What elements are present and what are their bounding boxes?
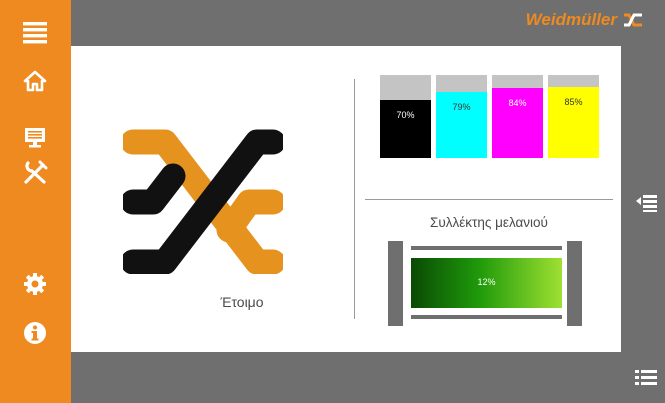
home-button[interactable] — [20, 66, 50, 96]
ink-percent-cyan: 79% — [452, 102, 471, 112]
display-button[interactable] — [20, 123, 50, 153]
ink-fill-yellow: 85% — [548, 87, 599, 158]
tools-icon — [24, 160, 48, 184]
settings-button[interactable] — [20, 269, 50, 299]
collector-right-bracket — [567, 241, 582, 326]
ink-bar-magenta: 84% — [492, 75, 543, 158]
ink-percent-black: 70% — [396, 110, 415, 120]
ink-fill-cyan: 79% — [436, 92, 487, 158]
ink-fill-magenta: 84% — [492, 88, 543, 158]
ink-percent-yellow: 85% — [564, 97, 583, 107]
info-icon — [24, 322, 46, 344]
brand-name: Weidmüller — [525, 10, 617, 29]
back-list-icon — [636, 195, 657, 212]
weidmuller-symbol-icon — [120, 129, 286, 275]
ink-percent-magenta: 84% — [508, 98, 527, 108]
list-button[interactable] — [634, 367, 658, 389]
brand-logo: Weidmüller — [526, 10, 643, 30]
sidebar — [0, 0, 71, 403]
menu-button[interactable] — [20, 17, 50, 47]
info-button[interactable] — [20, 318, 50, 348]
back-list-button[interactable] — [634, 192, 658, 214]
top-bar: Weidmüller — [71, 0, 665, 46]
ink-collector-percent: 12% — [477, 277, 496, 287]
ink-bar-yellow: 85% — [548, 75, 599, 158]
gear-icon — [24, 273, 46, 295]
monitor-icon — [25, 128, 45, 148]
collector-bottom-rail — [411, 315, 562, 319]
ink-collector-title: Συλλέκτης μελανιού — [430, 215, 548, 230]
status-label: Έτοιμο — [220, 294, 264, 310]
tools-button[interactable] — [20, 158, 50, 188]
hamburger-icon — [23, 22, 47, 44]
collector-left-bracket — [388, 241, 403, 326]
ink-bar-black: 70% — [380, 75, 431, 158]
vertical-divider — [354, 79, 355, 319]
ink-fill-black: 70% — [380, 100, 431, 158]
printer-logo — [120, 126, 286, 275]
list-icon — [635, 370, 657, 385]
weidmuller-logo-icon — [624, 13, 642, 27]
collector-top-rail — [411, 246, 562, 250]
ink-bar-cyan: 79% — [436, 75, 487, 158]
main-panel: Έτοιμο 70% 79% 84% 85% Συλλέκτης μελανιού 1… — [71, 46, 621, 352]
horizontal-divider — [365, 199, 613, 200]
home-icon — [23, 70, 47, 92]
